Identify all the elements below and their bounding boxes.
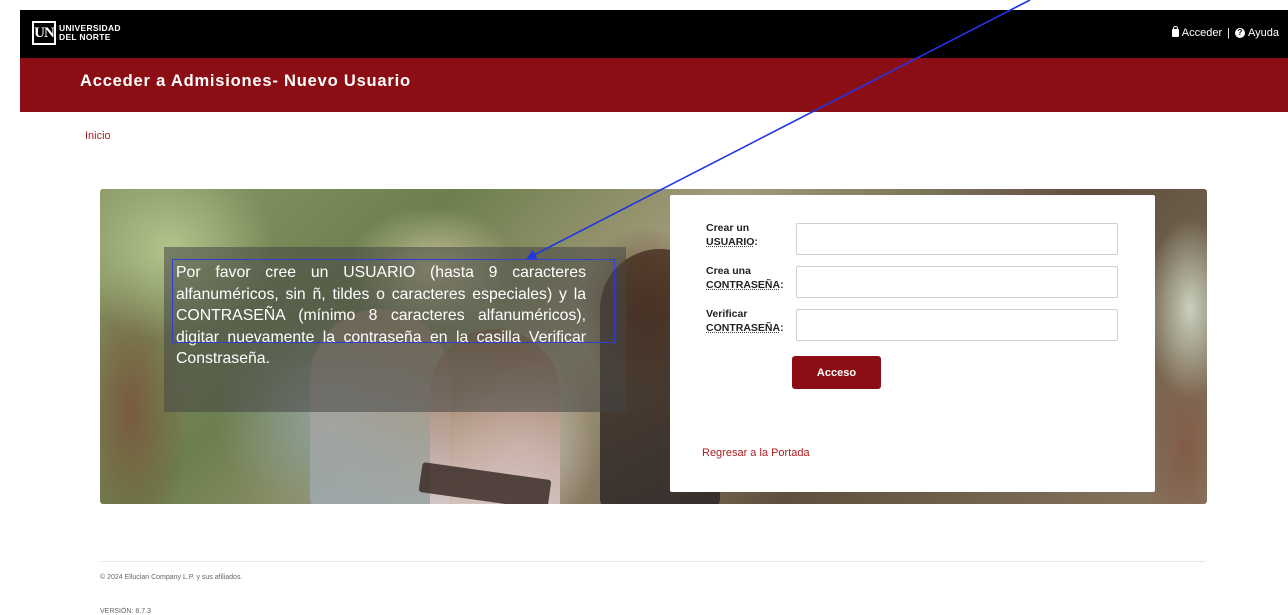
password-label-colon: : <box>780 278 784 291</box>
top-bar: UN UNIVERSIDAD DEL NORTE Acceder | ? Ayu… <box>20 10 1288 58</box>
user-label-line-1: Crear un <box>706 222 750 234</box>
annotation-highlight-box <box>172 259 615 343</box>
password-label-line-2: CONTRASEÑA: <box>706 279 796 293</box>
signup-form-card: Crear un USUARIO: Crea una CONTRASEÑA: V… <box>670 195 1155 492</box>
hero-banner: Por favor cree un USUARIO (hasta 9 carac… <box>100 189 1207 504</box>
help-link-label: Ayuda <box>1248 27 1279 39</box>
back-to-portal-link[interactable]: Regresar a la Portada <box>702 447 810 459</box>
user-label-line-2: USUARIO: <box>706 236 796 250</box>
login-link[interactable]: Acceder <box>1171 26 1223 39</box>
verify-label-colon: : <box>780 321 784 334</box>
page-header: Acceder a Admisiones- Nuevo Usuario <box>20 58 1288 112</box>
user-input[interactable] <box>796 223 1118 255</box>
top-links: Acceder | ? Ayuda <box>1171 26 1279 39</box>
verify-label-line-2: CONTRASEÑA: <box>706 322 796 336</box>
page: UN UNIVERSIDAD DEL NORTE Acceder | ? Ayu… <box>0 0 1288 615</box>
copyright-text: © 2024 Ellucian Company L.P. y sus afili… <box>100 574 243 581</box>
password-row: Crea una CONTRASEÑA: <box>706 265 1126 299</box>
university-logo[interactable]: UN UNIVERSIDAD DEL NORTE <box>32 21 121 45</box>
help-icon: ? <box>1235 28 1245 38</box>
user-label-abbr: USUARIO <box>706 235 755 248</box>
verify-password-input[interactable] <box>796 309 1118 341</box>
verify-label-line-1: Verificar <box>706 308 748 320</box>
user-label: Crear un USUARIO: <box>706 222 796 249</box>
link-separator: | <box>1227 27 1230 39</box>
page-title: Acceder a Admisiones- Nuevo Usuario <box>80 72 411 90</box>
breadcrumb-home[interactable]: Inicio <box>85 130 111 142</box>
login-link-label: Acceder <box>1181 27 1223 39</box>
verify-row: Verificar CONTRASEÑA: <box>706 308 1126 342</box>
footer-divider <box>100 561 1205 562</box>
password-label: Crea una CONTRASEÑA: <box>706 265 796 292</box>
password-input[interactable] <box>796 266 1118 298</box>
submit-button[interactable]: Acceso <box>792 356 881 389</box>
logo-mark: UN <box>32 21 56 45</box>
password-label-line-1: Crea una <box>706 265 751 277</box>
verify-label-abbr: CONTRASEÑA <box>706 321 781 334</box>
logo-line-2: DEL NORTE <box>59 32 111 42</box>
user-row: Crear un USUARIO: <box>706 222 1126 256</box>
version-text: VERSIÓN: 8.7.3 <box>100 608 151 615</box>
verify-label: Verificar CONTRASEÑA: <box>706 308 796 335</box>
logo-text: UNIVERSIDAD DEL NORTE <box>59 24 121 42</box>
lock-icon <box>1171 26 1179 37</box>
password-label-abbr: CONTRASEÑA <box>706 278 781 291</box>
help-link[interactable]: ? Ayuda <box>1235 27 1279 39</box>
user-label-colon: : <box>754 235 758 248</box>
